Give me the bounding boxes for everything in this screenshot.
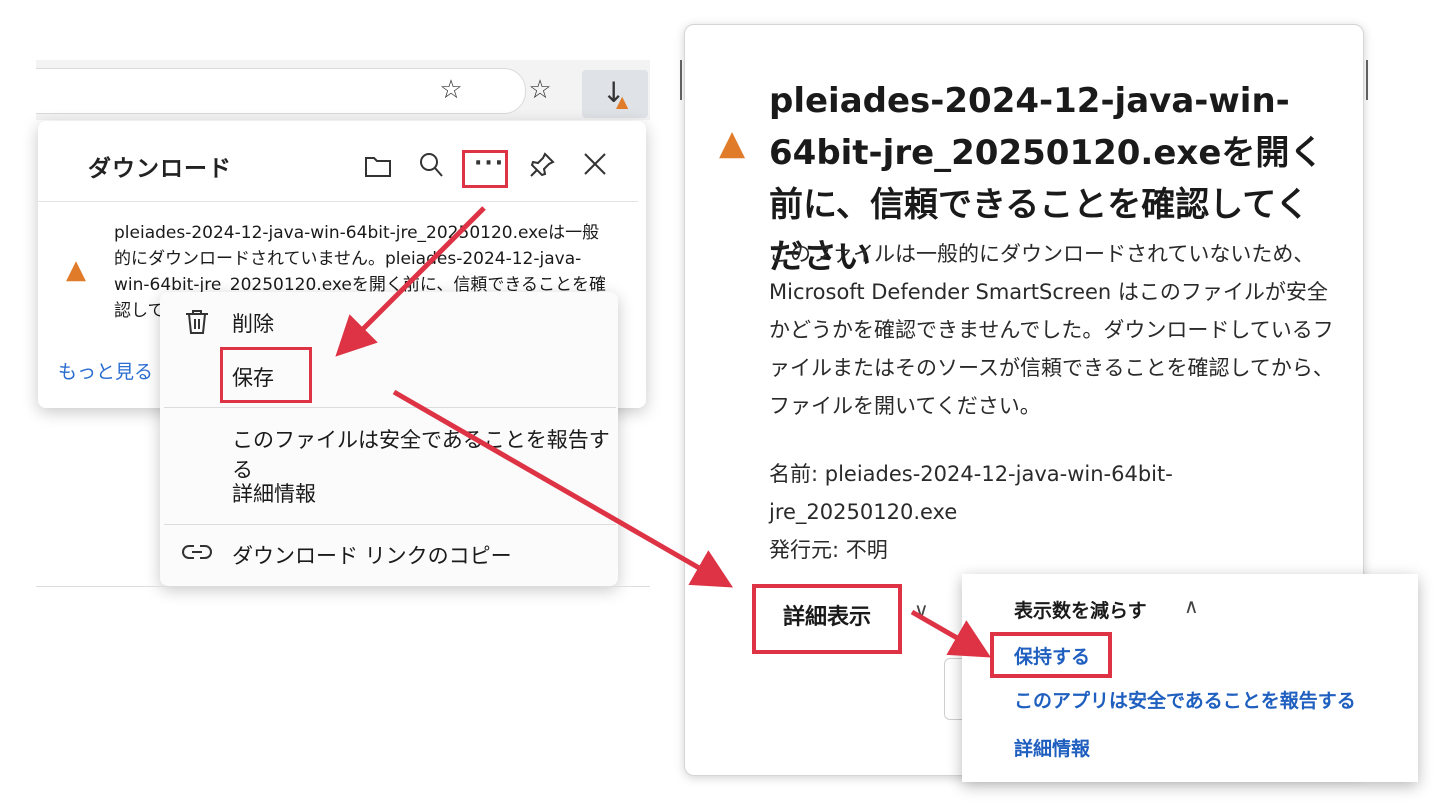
arrow-more-to-save — [335, 206, 486, 357]
arrow-details-to-keep — [910, 609, 991, 658]
arrow-save-to-details — [392, 389, 733, 588]
annotation-arrows — [335, 206, 991, 658]
